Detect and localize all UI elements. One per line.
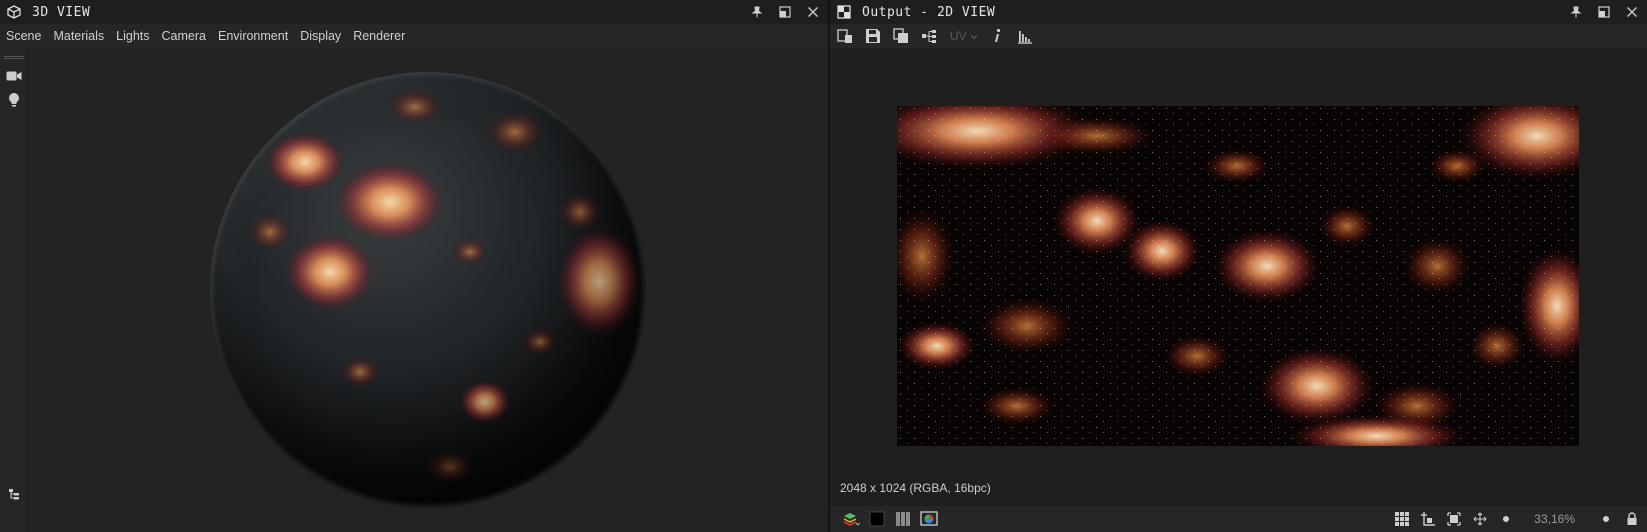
toolbar-grip[interactable] [4,56,24,59]
close-icon[interactable] [1623,3,1641,21]
maximize-icon[interactable] [776,3,794,21]
layers-icon[interactable] [840,509,862,529]
info-icon[interactable] [986,25,1008,47]
2d-view-statusbar: 33,16% [830,506,1647,532]
tiling-icon[interactable] [892,509,914,529]
output-texture-image [897,106,1579,446]
menu-display[interactable]: Display [300,29,341,43]
camera-icon[interactable] [4,66,24,86]
pan-icon[interactable] [1469,509,1491,529]
3d-view-menubar: Scene Materials Lights Camera Environmen… [0,24,828,48]
grid-icon[interactable] [1391,509,1413,529]
fit-icon[interactable] [1443,509,1465,529]
graph-link-icon[interactable] [918,25,940,47]
sphere-lava-texture [210,72,646,508]
3d-view-panel: 3D VIEW Scene Materials Lights Camera En… [0,0,828,532]
menu-lights[interactable]: Lights [116,29,149,43]
cube-icon [6,4,22,20]
export-icon[interactable] [834,25,856,47]
checker-icon [836,4,852,20]
lock-icon[interactable] [1621,509,1643,529]
image-size-info: 2048 x 1024 (RGBA, 16bpc) [840,481,991,495]
3d-view-side-toolbar [0,48,28,532]
menu-camera[interactable]: Camera [162,29,206,43]
zoom-level[interactable]: 33,16% [1521,512,1591,526]
save-icon[interactable] [862,25,884,47]
zoom-in-icon[interactable] [1595,509,1617,529]
copy-icon[interactable] [890,25,912,47]
2d-viewport[interactable]: 2048 x 1024 (RGBA, 16bpc) [830,48,1647,506]
lava-texture-map [897,106,1579,446]
3d-view-titlebar[interactable]: 3D VIEW [0,0,828,24]
menu-environment[interactable]: Environment [218,29,288,43]
chevron-down-icon [970,29,978,43]
black-swatch-icon[interactable] [866,509,888,529]
light-bulb-icon[interactable] [4,90,24,110]
zoom-out-icon[interactable] [1495,509,1517,529]
menu-materials[interactable]: Materials [53,29,104,43]
2d-view-title: Output - 2D VIEW [862,4,996,20]
histogram-icon[interactable] [1014,25,1036,47]
color-mode-icon[interactable] [918,509,940,529]
3d-viewport[interactable] [29,48,828,532]
2d-view-titlebar[interactable]: Output - 2D VIEW [830,0,1647,24]
menu-scene[interactable]: Scene [6,29,41,43]
maximize-icon[interactable] [1595,3,1613,21]
uv-dropdown[interactable]: UV [950,29,978,43]
2d-view-toolbar: UV [830,24,1647,48]
pivot-icon[interactable] [1417,509,1439,529]
pin-icon[interactable] [748,3,766,21]
uv-label: UV [950,29,967,43]
menu-renderer[interactable]: Renderer [353,29,405,43]
scene-tree-icon[interactable] [4,484,24,504]
2d-view-panel: Output - 2D VIEW UV 2048 x 1024 (RGBA, 1… [830,0,1647,532]
lava-planet-sphere [210,72,646,508]
close-icon[interactable] [804,3,822,21]
3d-view-title: 3D VIEW [32,4,91,20]
pin-icon[interactable] [1567,3,1585,21]
